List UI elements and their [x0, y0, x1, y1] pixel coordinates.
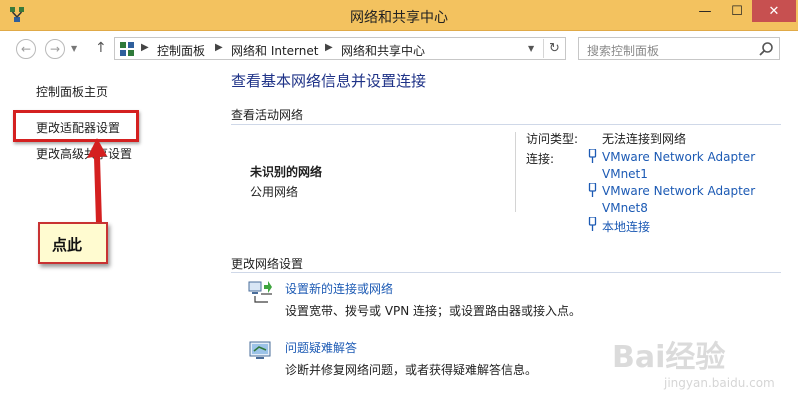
minimize-button[interactable]: — [690, 0, 720, 22]
forward-button[interactable]: → [45, 39, 65, 59]
network-type: 公用网络 [250, 185, 299, 199]
control-panel-icon [120, 42, 134, 56]
recent-locations-dropdown-icon[interactable]: ▼ [71, 44, 77, 53]
vertical-divider [515, 132, 516, 212]
maximize-button[interactable]: ☐ [722, 0, 752, 22]
ethernet-plug-icon [588, 149, 597, 163]
breadcrumb-separator-icon[interactable]: ▶ [325, 42, 333, 53]
search-placeholder: 搜索控制面板 [587, 44, 660, 58]
ethernet-plug-icon [588, 183, 597, 197]
address-dropdown-icon[interactable]: ▼ [528, 44, 534, 53]
breadcrumb-control-panel[interactable]: 控制面板 [157, 42, 205, 59]
connection-vmnet8-link[interactable]: VMware Network Adapter [602, 184, 755, 198]
annotation-highlight-box [13, 110, 139, 142]
network-name: 未识别的网络 [250, 165, 323, 179]
watermark-logo: Bai经验 [612, 340, 726, 375]
address-field[interactable]: ▶ 控制面板 ▶ 网络和 Internet ▶ 网络和共享中心 ▼ ↻ [114, 37, 566, 60]
back-button[interactable]: ← [16, 39, 36, 59]
breadcrumb-separator-icon[interactable]: ▶ [141, 42, 149, 53]
connection-vmnet8-link-cont[interactable]: VMnet8 [602, 201, 648, 215]
watermark: Bai经验 jingyan.baidu.com [612, 330, 792, 400]
active-networks-header: 查看活动网络 [231, 108, 304, 122]
annotation-arrow-icon [87, 138, 107, 224]
change-settings-header: 更改网络设置 [231, 257, 304, 271]
ethernet-plug-icon [588, 217, 597, 231]
section-divider [231, 272, 781, 273]
breadcrumb-separator-icon[interactable]: ▶ [215, 42, 223, 53]
title-bar: 网络和共享中心 — ☐ ✕ [0, 0, 798, 31]
breadcrumb-network-internet[interactable]: 网络和 Internet [231, 42, 318, 59]
section-divider [231, 124, 781, 125]
connection-local-link[interactable]: 本地连接 [602, 218, 650, 235]
window-title: 网络和共享中心 [350, 10, 448, 26]
page-title: 查看基本网络信息并设置连接 [231, 72, 427, 90]
connections-label: 连接: [526, 152, 555, 166]
access-type-label: 访问类型: [526, 132, 579, 146]
setup-new-connection-link[interactable]: 设置新的连接或网络 [285, 280, 393, 297]
troubleshoot-icon [249, 341, 271, 359]
search-icon[interactable] [758, 41, 774, 57]
close-button[interactable]: ✕ [752, 0, 796, 22]
troubleshoot-link[interactable]: 问题疑难解答 [285, 339, 357, 356]
search-box[interactable]: 搜索控制面板 [578, 37, 780, 60]
up-button[interactable]: ↑ [95, 40, 107, 56]
connection-vmnet1-link[interactable]: VMware Network Adapter [602, 150, 755, 164]
connection-vmnet1-link-cont[interactable]: VMnet1 [602, 167, 648, 181]
annotation-callout: 点此 [38, 222, 108, 264]
control-panel-home-link[interactable]: 控制面板主页 [36, 83, 108, 100]
setup-new-connection-desc: 设置宽带、拨号或 VPN 连接；或设置路由器或接入点。 [285, 304, 582, 318]
refresh-button[interactable]: ↻ [543, 39, 565, 58]
network-setup-icon [248, 281, 272, 303]
breadcrumb-network-sharing-center[interactable]: 网络和共享中心 [341, 42, 425, 59]
address-toolbar: ← → ▼ ↑ ▶ 控制面板 ▶ 网络和 Internet ▶ 网络和共享中心 … [0, 32, 798, 64]
callout-text: 点此 [52, 236, 83, 254]
troubleshoot-desc: 诊断并修复网络问题，或者获得疑难解答信息。 [285, 363, 538, 377]
watermark-url: jingyan.baidu.com [664, 376, 775, 390]
access-type-value: 无法连接到网络 [602, 132, 687, 146]
